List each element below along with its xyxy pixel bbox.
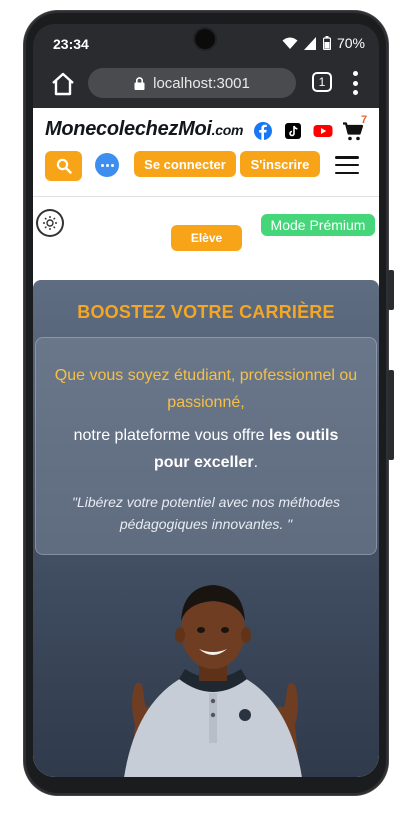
cart-badge: 7 xyxy=(361,114,368,126)
student-photo xyxy=(124,585,302,777)
hamburger-menu-icon[interactable] xyxy=(335,156,359,174)
tiktok-icon[interactable] xyxy=(284,122,302,140)
home-icon[interactable] xyxy=(49,70,77,98)
site-logo[interactable]: MonecolechezMoi.com xyxy=(45,118,243,141)
accessibility-button[interactable] xyxy=(38,211,62,235)
status-bar: 23:34 70% xyxy=(33,24,379,62)
signup-button[interactable]: S'inscrire xyxy=(240,151,320,177)
site-header: MonecolechezMoi.com 7 Se connecter S'ins… xyxy=(33,108,379,197)
url-text: localhost:3001 xyxy=(153,74,250,92)
signal-icon xyxy=(303,36,316,50)
address-bar[interactable]: localhost:3001 xyxy=(88,68,296,98)
status-icons: 70% xyxy=(282,35,365,51)
lock-icon xyxy=(134,76,145,90)
web-page: MonecolechezMoi.com 7 Se connecter S'ins… xyxy=(33,108,379,777)
search-button[interactable] xyxy=(45,151,82,181)
front-camera xyxy=(195,29,215,49)
hero-section: BOOSTEZ VOTRE CARRIÈRE Que vous soyez ét… xyxy=(33,280,379,777)
status-time: 23:34 xyxy=(53,36,89,52)
logo-text: MonecolechezMoi xyxy=(45,118,212,140)
hero-quote: "Libérez votre potentiel avec nos méthod… xyxy=(71,494,341,532)
chat-bubble-icon[interactable] xyxy=(95,153,119,177)
youtube-icon[interactable] xyxy=(313,122,333,140)
power-button xyxy=(388,370,394,460)
search-icon xyxy=(56,158,72,174)
wifi-icon xyxy=(282,37,298,49)
battery-level: 70% xyxy=(336,35,365,51)
hero-offer-suffix: . xyxy=(253,454,259,471)
eleve-button[interactable]: Elève xyxy=(171,225,242,251)
hero-offer-prefix: notre plateforme vous offre xyxy=(73,427,269,444)
premium-mode-badge[interactable]: Mode Prémium xyxy=(261,214,375,236)
hero-audience-text: Que vous soyez étudiant, professionnel o… xyxy=(54,367,358,411)
hero-card: Que vous soyez étudiant, professionnel o… xyxy=(35,337,377,555)
browser-menu-icon[interactable] xyxy=(351,71,359,95)
hero-offer-text: notre plateforme vous offre les outils p… xyxy=(54,422,358,476)
phone-screen: 23:34 70% localhost:3001 1 MonecolechezM… xyxy=(33,24,379,777)
browser-toolbar: localhost:3001 1 xyxy=(33,62,379,108)
hero-title: BOOSTEZ VOTRE CARRIÈRE xyxy=(77,302,335,322)
accessibility-icon xyxy=(43,216,57,230)
facebook-icon[interactable] xyxy=(254,122,272,140)
login-button[interactable]: Se connecter xyxy=(134,151,236,177)
battery-icon xyxy=(322,36,331,50)
volume-button xyxy=(388,270,394,310)
tab-switcher-button[interactable]: 1 xyxy=(312,72,332,92)
logo-domain: .com xyxy=(211,122,244,138)
